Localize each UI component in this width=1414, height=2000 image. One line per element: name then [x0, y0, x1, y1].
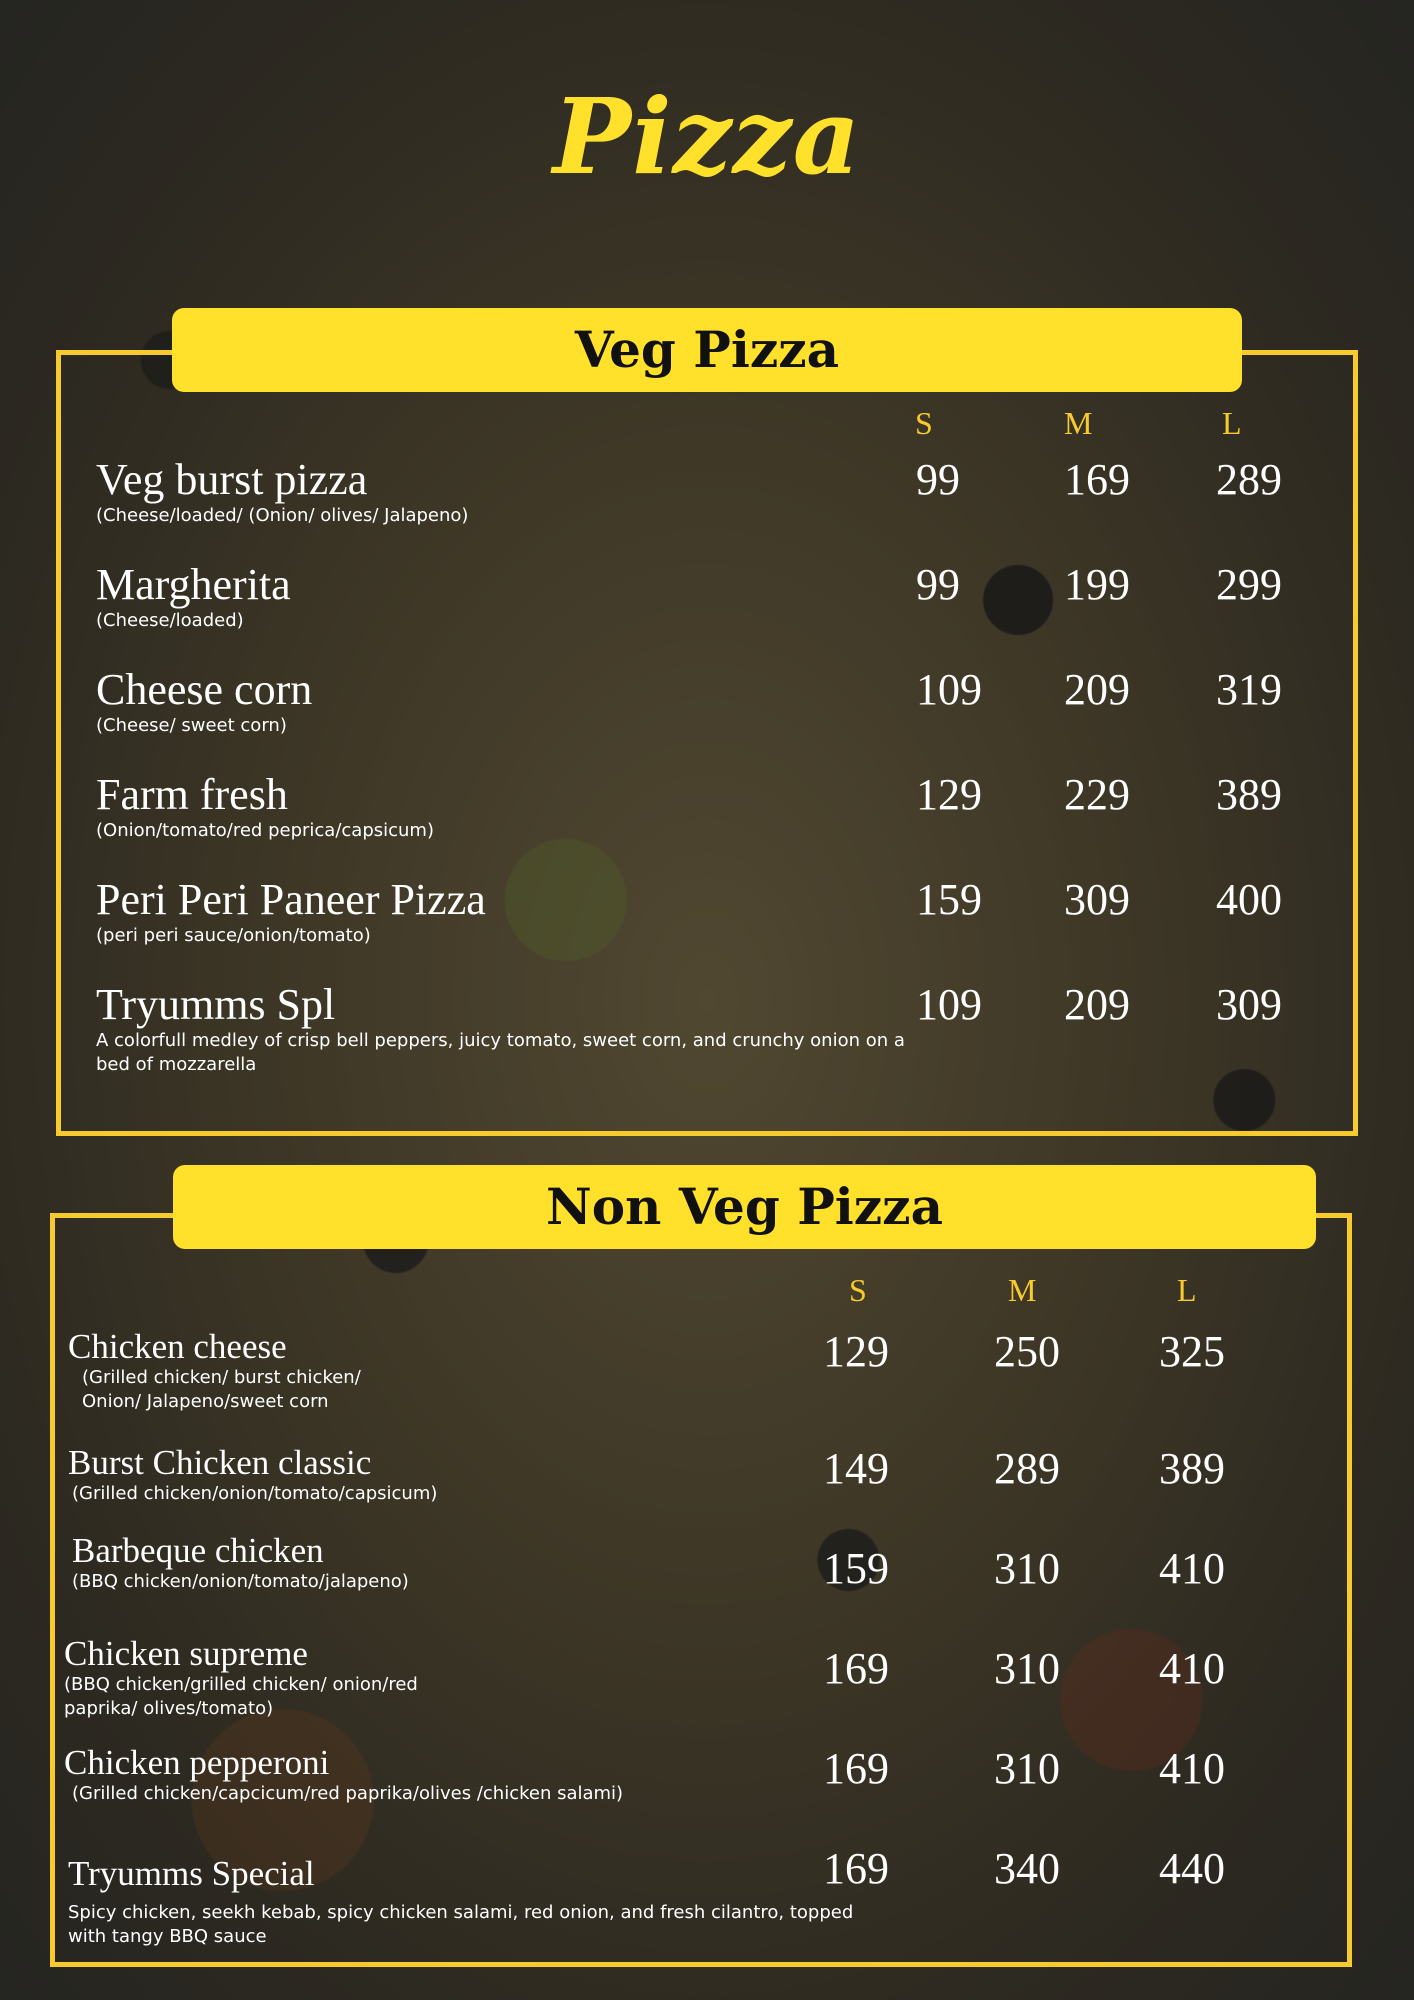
price-small: 159	[916, 875, 982, 924]
page-title: Pizza	[552, 75, 862, 198]
nonveg-size-large-header: L	[1177, 1272, 1197, 1308]
item-description: Spicy chicken, seekh kebab, spicy chicke…	[68, 1902, 854, 1948]
item-description: (Cheese/ sweet corn)	[96, 715, 287, 736]
menu-item: Tryumms Special Spicy chicken, seekh keb…	[68, 1856, 868, 1950]
item-description: (Cheese/loaded/ (Onion/ olives/ Jalapeno…	[96, 505, 469, 526]
item-name: Barbeque chicken	[72, 1531, 324, 1570]
price-large: 319	[1216, 665, 1282, 714]
menu-item: Cheese corn (Cheese/ sweet corn)	[96, 668, 312, 738]
item-name: Tryumms Spl	[96, 980, 336, 1029]
veg-size-small-header: S	[915, 405, 933, 441]
price-large: 389	[1159, 1444, 1225, 1493]
item-description: (peri peri sauce/onion/tomato)	[96, 925, 371, 946]
item-description: (Onion/tomato/red peprica/capsicum)	[96, 820, 434, 841]
menu-item: Chicken pepperoni (Grilled chicken/capci…	[64, 1745, 623, 1806]
price-small: 129	[916, 770, 982, 819]
price-small: 149	[823, 1444, 889, 1493]
price-medium: 310	[994, 1544, 1060, 1593]
price-large: 289	[1216, 455, 1282, 504]
price-large: 410	[1159, 1544, 1225, 1593]
price-small: 99	[916, 560, 960, 609]
veg-section-heading: Veg Pizza	[172, 308, 1242, 392]
price-small: 109	[916, 665, 982, 714]
price-large: 299	[1216, 560, 1282, 609]
menu-item: Veg burst pizza (Cheese/loaded/ (Onion/ …	[96, 458, 468, 528]
price-large: 410	[1159, 1644, 1225, 1693]
price-large: 410	[1159, 1744, 1225, 1793]
item-description: (Grilled chicken/capcicum/red paprika/ol…	[72, 1783, 624, 1804]
price-medium: 209	[1064, 980, 1130, 1029]
price-small: 169	[823, 1744, 889, 1793]
item-name: Tryumms Special	[68, 1854, 315, 1893]
item-name: Chicken cheese	[68, 1327, 287, 1366]
price-medium: 169	[1064, 455, 1130, 504]
item-name: Margherita	[96, 560, 291, 609]
item-name: Veg burst pizza	[96, 455, 368, 504]
price-medium: 209	[1064, 665, 1130, 714]
price-medium: 250	[994, 1327, 1060, 1376]
price-medium: 340	[994, 1844, 1060, 1893]
price-medium: 289	[994, 1444, 1060, 1493]
item-name: Chicken supreme	[64, 1634, 308, 1673]
nonveg-size-small-header: S	[849, 1272, 867, 1308]
price-small: 169	[823, 1844, 889, 1893]
menu-item: Chicken cheese (Grilled chicken/ burst c…	[68, 1329, 372, 1415]
price-large: 440	[1159, 1844, 1225, 1893]
item-description: A colorfull medley of crisp bell peppers…	[96, 1030, 905, 1076]
nonveg-section-heading: Non Veg Pizza	[173, 1165, 1316, 1249]
price-small: 169	[823, 1644, 889, 1693]
item-name: Peri Peri Paneer Pizza	[96, 875, 486, 924]
price-medium: 310	[994, 1744, 1060, 1793]
price-medium: 309	[1064, 875, 1130, 924]
price-medium: 199	[1064, 560, 1130, 609]
menu-item: Peri Peri Paneer Pizza (peri peri sauce/…	[96, 878, 486, 948]
menu-item: Chicken supreme (BBQ chicken/grilled chi…	[64, 1636, 484, 1722]
item-description: (BBQ chicken/onion/tomato/jalapeno)	[72, 1571, 409, 1592]
price-large: 400	[1216, 875, 1282, 924]
price-small: 99	[916, 455, 960, 504]
item-description: (Grilled chicken/onion/tomato/capsicum)	[72, 1483, 438, 1504]
menu-item: Barbeque chicken (BBQ chicken/onion/toma…	[72, 1533, 409, 1594]
price-small: 159	[823, 1544, 889, 1593]
item-name: Burst Chicken classic	[68, 1443, 372, 1482]
price-small: 129	[823, 1327, 889, 1376]
menu-item: Tryumms Spl A colorfull medley of crisp …	[96, 983, 926, 1078]
price-large: 325	[1159, 1327, 1225, 1376]
nonveg-size-medium-header: M	[1008, 1272, 1037, 1308]
price-small: 109	[916, 980, 982, 1029]
menu-item: Burst Chicken classic (Grilled chicken/o…	[68, 1445, 437, 1506]
veg-size-medium-header: M	[1064, 405, 1093, 441]
item-description: (BBQ chicken/grilled chicken/ onion/red …	[64, 1674, 418, 1720]
item-name: Farm fresh	[96, 770, 288, 819]
price-medium: 310	[994, 1644, 1060, 1693]
menu-item: Farm fresh (Onion/tomato/red peprica/cap…	[96, 773, 434, 843]
price-large: 389	[1216, 770, 1282, 819]
menu-item: Margherita (Cheese/loaded)	[96, 563, 291, 633]
veg-size-large-header: L	[1222, 405, 1242, 441]
item-description: (Cheese/loaded)	[96, 610, 244, 631]
item-name: Chicken pepperoni	[64, 1743, 330, 1782]
price-large: 309	[1216, 980, 1282, 1029]
item-description: (Grilled chicken/ burst chicken/ Onion/ …	[82, 1367, 361, 1413]
item-name: Cheese corn	[96, 665, 313, 714]
price-medium: 229	[1064, 770, 1130, 819]
